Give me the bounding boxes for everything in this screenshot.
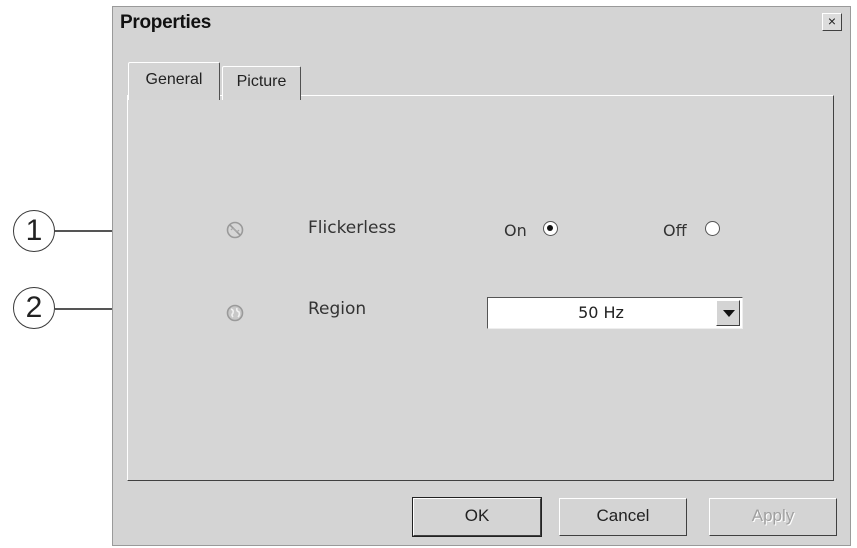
region-dropdown[interactable]: 50 Hz: [487, 297, 743, 329]
flickerless-on-label: On: [504, 221, 527, 240]
close-icon: ×: [827, 13, 837, 29]
flickerless-icon: [226, 221, 244, 239]
general-tab-panel: [127, 95, 834, 481]
tab-picture[interactable]: Picture: [222, 66, 301, 100]
region-dropdown-value: 50 Hz: [578, 303, 624, 322]
title-bar: Properties ×: [113, 7, 850, 37]
window-title: Properties: [120, 12, 211, 33]
cancel-button[interactable]: Cancel: [559, 498, 687, 536]
tab-general-label: General: [145, 71, 203, 88]
callout-2: 2: [13, 287, 55, 329]
flickerless-off-label: Off: [663, 221, 687, 240]
tab-general[interactable]: General: [128, 62, 220, 100]
properties-dialog: Properties × General Picture Flickerless…: [112, 6, 851, 546]
callout-2-number: 2: [25, 291, 43, 324]
callout-1: 1: [13, 210, 55, 252]
ok-button[interactable]: OK: [412, 497, 542, 537]
flickerless-off-radio[interactable]: [705, 221, 720, 236]
region-label: Region: [308, 299, 367, 319]
flickerless-label: Flickerless: [308, 218, 397, 238]
callout-1-number: 1: [25, 214, 43, 247]
close-button[interactable]: ×: [822, 13, 842, 31]
chevron-down-icon[interactable]: [716, 300, 740, 326]
tab-picture-label: Picture: [236, 73, 287, 90]
flickerless-on-radio[interactable]: [543, 221, 558, 236]
apply-button[interactable]: Apply: [709, 498, 837, 536]
globe-icon: [226, 304, 244, 322]
